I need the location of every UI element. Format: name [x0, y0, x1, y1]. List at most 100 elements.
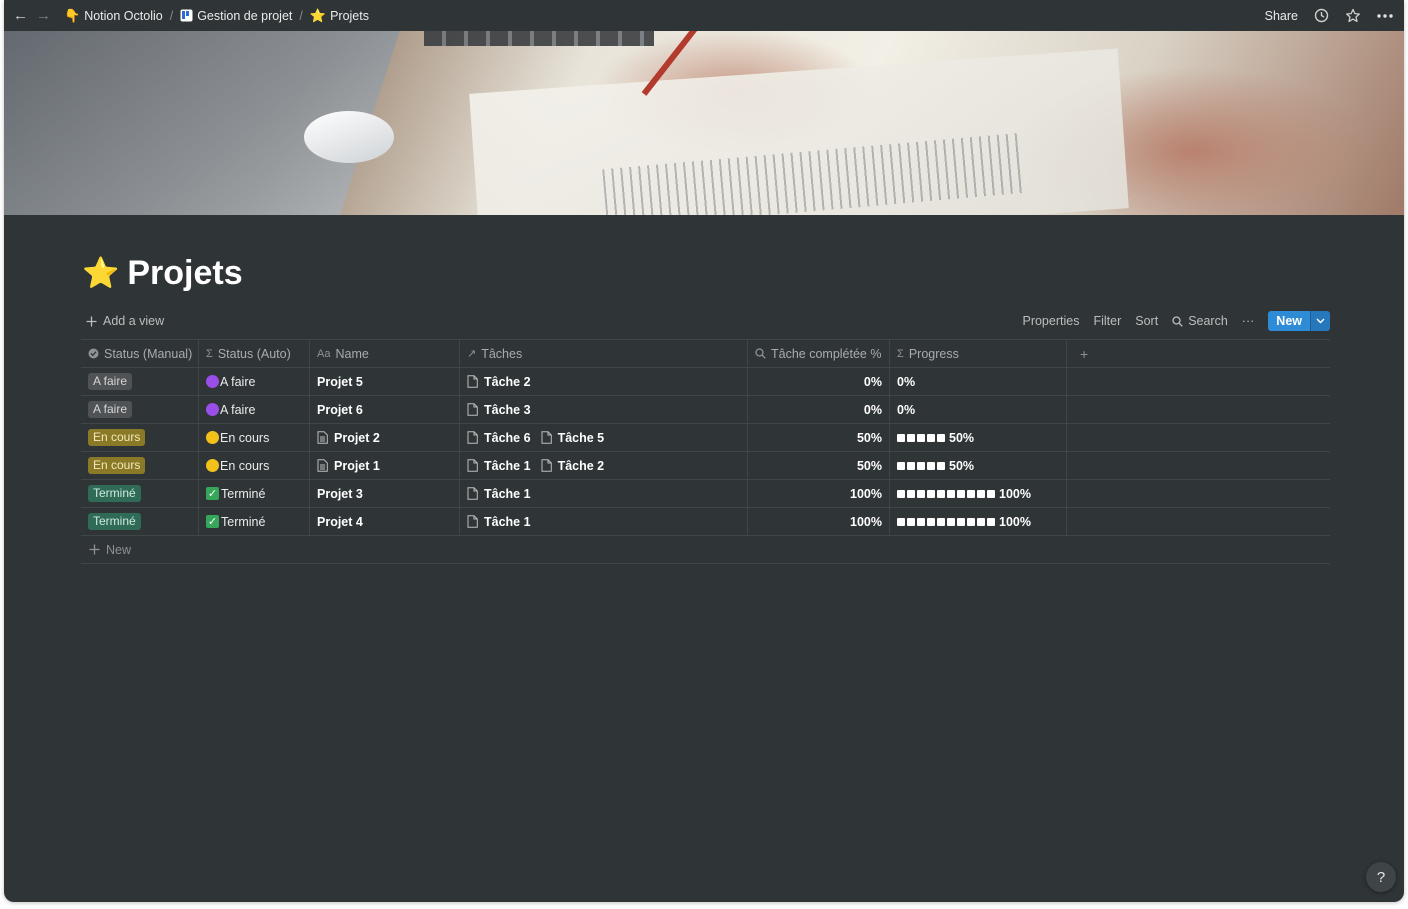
progress-cell[interactable]: 50%	[890, 452, 1067, 479]
task-link[interactable]: Tâche 1	[467, 459, 531, 473]
tasks-cell[interactable]: Tâche 6 Tâche 5	[460, 424, 748, 451]
task-link[interactable]: Tâche 5	[541, 431, 604, 445]
add-column-button[interactable]: +	[1067, 340, 1330, 367]
sort-button[interactable]: Sort	[1135, 314, 1158, 328]
empty-cell	[1067, 424, 1330, 451]
task-link[interactable]: Tâche 2	[541, 459, 604, 473]
back-arrow-icon[interactable]: ←	[13, 7, 28, 24]
progress-cell[interactable]: 0%	[890, 368, 1067, 395]
breadcrumb-item-workspace[interactable]: 👇 Notion Octolio	[61, 6, 166, 26]
task-link[interactable]: Tâche 1	[467, 487, 531, 501]
filter-button[interactable]: Filter	[1093, 314, 1121, 328]
status-manual-cell[interactable]: A faire	[81, 368, 199, 395]
column-header-status-manual[interactable]: Status (Manual)	[81, 340, 199, 367]
status-manual-cell[interactable]: Terminé	[81, 480, 199, 507]
pct-cell[interactable]: 100%	[748, 480, 890, 507]
column-header-progress[interactable]: Σ Progress	[890, 340, 1067, 367]
cover-image	[4, 31, 1404, 215]
progress-cell[interactable]: 100%	[890, 508, 1067, 535]
progress-cell[interactable]: 50%	[890, 424, 1067, 451]
table-row[interactable]: A faire A faire Projet 5 Tâche 2 0% 0%	[81, 368, 1330, 396]
help-button[interactable]: ?	[1366, 862, 1396, 892]
new-dropdown-chevron-icon[interactable]	[1310, 311, 1330, 331]
status-manual-cell[interactable]: En cours	[81, 452, 199, 479]
breadcrumb-item-gestion[interactable]: Gestion de projet	[177, 7, 295, 25]
task-link[interactable]: Tâche 1	[467, 515, 531, 529]
column-header-status-auto[interactable]: Σ Status (Auto)	[199, 340, 310, 367]
pct-cell[interactable]: 50%	[748, 452, 890, 479]
name-cell[interactable]: Projet 1	[310, 452, 460, 479]
progress-cell[interactable]: 0%	[890, 396, 1067, 423]
breadcrumb-item-projets[interactable]: ⭐ Projets	[307, 6, 372, 26]
breadcrumb-separator: /	[169, 8, 174, 23]
empty-cell	[1067, 508, 1330, 535]
column-header-taches[interactable]: ↗ Tâches	[460, 340, 748, 367]
new-button[interactable]: New	[1268, 311, 1310, 331]
pct-cell[interactable]: 0%	[748, 396, 890, 423]
tasks-cell[interactable]: Tâche 2	[460, 368, 748, 395]
table-row[interactable]: En cours En cours Projet 1 Tâche 1 Tâche…	[81, 452, 1330, 480]
table-row[interactable]: A faire A faire Projet 6 Tâche 3 0% 0%	[81, 396, 1330, 424]
sigma-icon: Σ	[897, 347, 904, 360]
table-header-row: Status (Manual) Σ Status (Auto) Aa Name …	[81, 339, 1330, 368]
plus-icon: +	[1080, 345, 1089, 362]
status-auto-cell[interactable]: En cours	[199, 452, 310, 479]
clock-icon[interactable]	[1312, 7, 1330, 25]
add-row-button[interactable]: New	[81, 536, 1330, 564]
task-link[interactable]: Tâche 2	[467, 375, 531, 389]
status-manual-cell[interactable]: A faire	[81, 396, 199, 423]
properties-button[interactable]: Properties	[1022, 314, 1079, 328]
check-mark-icon: ✓	[206, 515, 219, 528]
project-name[interactable]: Projet 2	[317, 431, 380, 445]
more-options-icon[interactable]	[1376, 7, 1394, 25]
pct-cell[interactable]: 50%	[748, 424, 890, 451]
name-cell[interactable]: Projet 5	[310, 368, 460, 395]
tasks-cell[interactable]: Tâche 1	[460, 480, 748, 507]
status-auto-cell[interactable]: En cours	[199, 424, 310, 451]
status-auto-cell[interactable]: A faire	[199, 396, 310, 423]
progress-value: 0%	[897, 402, 916, 417]
project-name[interactable]: Projet 4	[317, 515, 363, 529]
column-header-tache-completee[interactable]: Tâche complétée %	[748, 340, 890, 367]
progress-cell[interactable]: 100%	[890, 480, 1067, 507]
status-manual-cell[interactable]: En cours	[81, 424, 199, 451]
table-row[interactable]: Terminé ✓ Terminé Projet 4 Tâche 1 100% 1…	[81, 508, 1330, 536]
purple-circle-icon	[206, 375, 219, 388]
tasks-cell[interactable]: Tâche 3	[460, 396, 748, 423]
project-name[interactable]: Projet 5	[317, 375, 363, 389]
project-name[interactable]: Projet 6	[317, 403, 363, 417]
board-icon	[180, 9, 193, 22]
status-auto-cell[interactable]: ✓ Terminé	[199, 508, 310, 535]
status-auto-cell[interactable]: A faire	[199, 368, 310, 395]
project-name[interactable]: Projet 1	[317, 459, 380, 473]
status-auto-cell[interactable]: ✓ Terminé	[199, 480, 310, 507]
text-icon: Aa	[317, 347, 331, 360]
task-link[interactable]: Tâche 3	[467, 403, 531, 417]
name-cell[interactable]: Projet 6	[310, 396, 460, 423]
search-button[interactable]: Search	[1172, 314, 1228, 328]
forward-arrow-icon[interactable]: →	[36, 7, 51, 24]
pct-cell[interactable]: 0%	[748, 368, 890, 395]
view-more-button[interactable]: ···	[1242, 314, 1255, 328]
page-icon	[467, 403, 478, 416]
name-cell[interactable]: Projet 3	[310, 480, 460, 507]
add-view-button[interactable]: Add a view	[82, 314, 164, 328]
breadcrumb-label: Notion Octolio	[84, 8, 163, 23]
tasks-cell[interactable]: Tâche 1 Tâche 2	[460, 452, 748, 479]
empty-cell	[1067, 480, 1330, 507]
share-button[interactable]: Share	[1265, 9, 1298, 23]
name-cell[interactable]: Projet 4	[310, 508, 460, 535]
app-window: ← → 👇 Notion Octolio / Gestion de projet…	[4, 0, 1404, 902]
status-manual-cell[interactable]: Terminé	[81, 508, 199, 535]
pct-cell[interactable]: 100%	[748, 508, 890, 535]
project-name[interactable]: Projet 3	[317, 487, 363, 501]
task-link[interactable]: Tâche 6	[467, 431, 531, 445]
relation-arrow-icon: ↗	[467, 348, 477, 360]
table-row[interactable]: En cours En cours Projet 2 Tâche 6 Tâche…	[81, 424, 1330, 452]
table-row[interactable]: Terminé ✓ Terminé Projet 3 Tâche 1 100% 1…	[81, 480, 1330, 508]
tasks-cell[interactable]: Tâche 1	[460, 508, 748, 535]
name-cell[interactable]: Projet 2	[310, 424, 460, 451]
progress-value: 100%	[897, 487, 1031, 501]
favorite-star-icon[interactable]	[1344, 7, 1362, 25]
column-header-name[interactable]: Aa Name	[310, 340, 460, 367]
